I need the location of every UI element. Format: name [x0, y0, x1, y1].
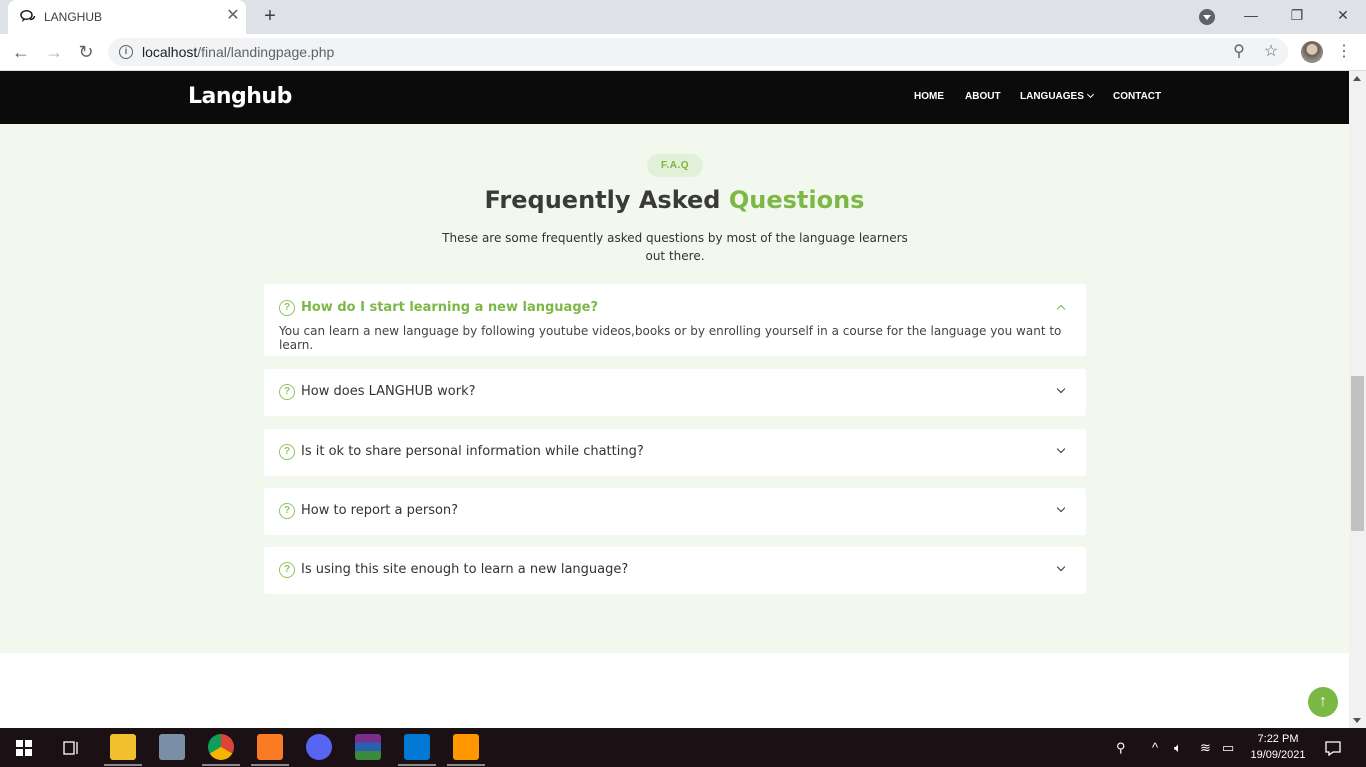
minimize-icon[interactable]: —	[1238, 4, 1264, 26]
faq-item-4[interactable]: ? How to report a person?	[264, 488, 1086, 535]
chevron-down-icon	[1086, 90, 1094, 99]
question-circle-icon: ?	[279, 384, 295, 400]
reload-icon[interactable]: ↻	[75, 41, 97, 63]
faq-question[interactable]: How does LANGHUB work?	[301, 384, 476, 399]
app-running-indicator	[104, 764, 142, 766]
battery-icon[interactable]: ▭	[1222, 740, 1234, 756]
bookmark-star-icon[interactable]: ☆	[1261, 42, 1281, 62]
app-running-indicator	[447, 764, 485, 766]
chevron-down-icon[interactable]	[1056, 503, 1066, 513]
faq-item-5[interactable]: ? Is using this site enough to learn a n…	[264, 547, 1086, 594]
scroll-down-icon[interactable]	[1353, 718, 1361, 723]
faq-question[interactable]: Is it ok to share personal information w…	[301, 444, 644, 459]
vscode-icon[interactable]	[404, 734, 430, 760]
question-circle-icon: ?	[279, 562, 295, 578]
site-info-icon[interactable]: i	[119, 45, 133, 59]
page-scrollbar[interactable]	[1349, 71, 1366, 728]
faq-question[interactable]: How to report a person?	[301, 503, 458, 518]
taskbar-clock[interactable]: 7:22 PM 19/09/2021	[1240, 731, 1316, 763]
system-app-icon[interactable]	[159, 734, 185, 760]
chrome-profile-dropdown-icon[interactable]	[1199, 9, 1215, 25]
file-explorer-icon[interactable]	[110, 734, 136, 760]
browser-tab[interactable]: LANGHUB ✕	[8, 0, 246, 34]
faq-question[interactable]: How do I start learning a new language?	[301, 300, 598, 315]
tab-title: LANGHUB	[44, 10, 103, 24]
close-tab-icon[interactable]: ✕	[224, 7, 242, 25]
clock-time: 7:22 PM	[1257, 733, 1299, 745]
faq-subtitle: These are some frequently asked question…	[442, 231, 908, 263]
question-circle-icon: ?	[279, 503, 295, 519]
new-tab-button[interactable]: +	[260, 6, 280, 26]
show-hidden-icons-icon[interactable]: ^	[1152, 740, 1158, 755]
nav-about[interactable]: ABOUT	[965, 91, 1001, 102]
notifications-icon[interactable]	[1324, 739, 1342, 757]
faq-badge: F.A.Q	[647, 154, 703, 177]
site-logo[interactable]: Langhub	[188, 84, 292, 109]
question-circle-icon: ?	[279, 300, 295, 316]
people-icon[interactable]: ⚲	[1116, 740, 1126, 756]
faq-title: Frequently Asked Questions	[484, 186, 865, 214]
restore-icon[interactable]: ❐	[1284, 4, 1310, 26]
chevron-down-icon[interactable]	[1056, 562, 1066, 572]
address-bar[interactable]: i localhost/final/landingpage.php ⚲ ☆	[108, 38, 1288, 66]
faq-answer: You can learn a new language by followin…	[279, 324, 1062, 352]
wifi-icon[interactable]: ≋	[1200, 740, 1211, 756]
page-viewport: Langhub HOME ABOUT LANGUAGES CONTACT F.A…	[0, 71, 1349, 728]
back-to-top-button[interactable]: ↑	[1308, 687, 1338, 717]
task-view-icon[interactable]	[62, 739, 80, 757]
sublime-text-icon[interactable]	[453, 734, 479, 760]
chat-bubbles-icon	[20, 9, 36, 22]
nav-languages[interactable]: LANGUAGES	[1020, 90, 1094, 102]
app-running-indicator	[251, 764, 289, 766]
windows-start-icon[interactable]	[16, 740, 32, 756]
chevron-up-icon[interactable]	[1056, 304, 1066, 314]
app-running-indicator	[202, 764, 240, 766]
volume-icon[interactable]: 🔈︎	[1174, 740, 1182, 756]
nav-contact[interactable]: CONTACT	[1113, 91, 1161, 102]
windows-taskbar: ⚲ ^ 🔈︎ ≋ ▭ 7:22 PM 19/09/2021	[0, 728, 1366, 767]
faq-section: F.A.Q Frequently Asked Questions These a…	[0, 124, 1349, 653]
browser-tab-bar: LANGHUB ✕ + — ❐ ✕	[0, 0, 1366, 34]
app-running-indicator	[398, 764, 436, 766]
faq-question[interactable]: Is using this site enough to learn a new…	[301, 562, 628, 577]
profile-avatar[interactable]	[1301, 41, 1323, 63]
url-text[interactable]: localhost/final/landingpage.php	[142, 44, 334, 60]
discord-icon[interactable]	[306, 734, 332, 760]
nav-home[interactable]: HOME	[914, 91, 944, 102]
back-icon[interactable]: ←	[10, 41, 32, 63]
clock-date: 19/09/2021	[1250, 749, 1306, 761]
faq-item-1[interactable]: ? How do I start learning a new language…	[264, 284, 1086, 356]
window-close-icon[interactable]: ✕	[1330, 4, 1356, 26]
chevron-down-icon[interactable]	[1056, 384, 1066, 394]
scroll-up-icon[interactable]	[1353, 76, 1361, 81]
site-header: Langhub HOME ABOUT LANGUAGES CONTACT	[0, 71, 1349, 124]
xampp-icon[interactable]	[257, 734, 283, 760]
winrar-icon[interactable]	[355, 734, 381, 760]
faq-item-2[interactable]: ? How does LANGHUB work?	[264, 369, 1086, 416]
zoom-icon[interactable]: ⚲	[1229, 42, 1249, 62]
browser-toolbar: ← → ↻ i localhost/final/landingpage.php …	[0, 34, 1366, 71]
question-circle-icon: ?	[279, 444, 295, 460]
forward-icon[interactable]: →	[43, 41, 65, 63]
chevron-down-icon[interactable]	[1056, 444, 1066, 454]
scroll-thumb[interactable]	[1351, 376, 1364, 531]
chrome-icon[interactable]	[208, 734, 234, 760]
faq-item-3[interactable]: ? Is it ok to share personal information…	[264, 429, 1086, 476]
chrome-menu-icon[interactable]: ⋮	[1336, 41, 1352, 63]
